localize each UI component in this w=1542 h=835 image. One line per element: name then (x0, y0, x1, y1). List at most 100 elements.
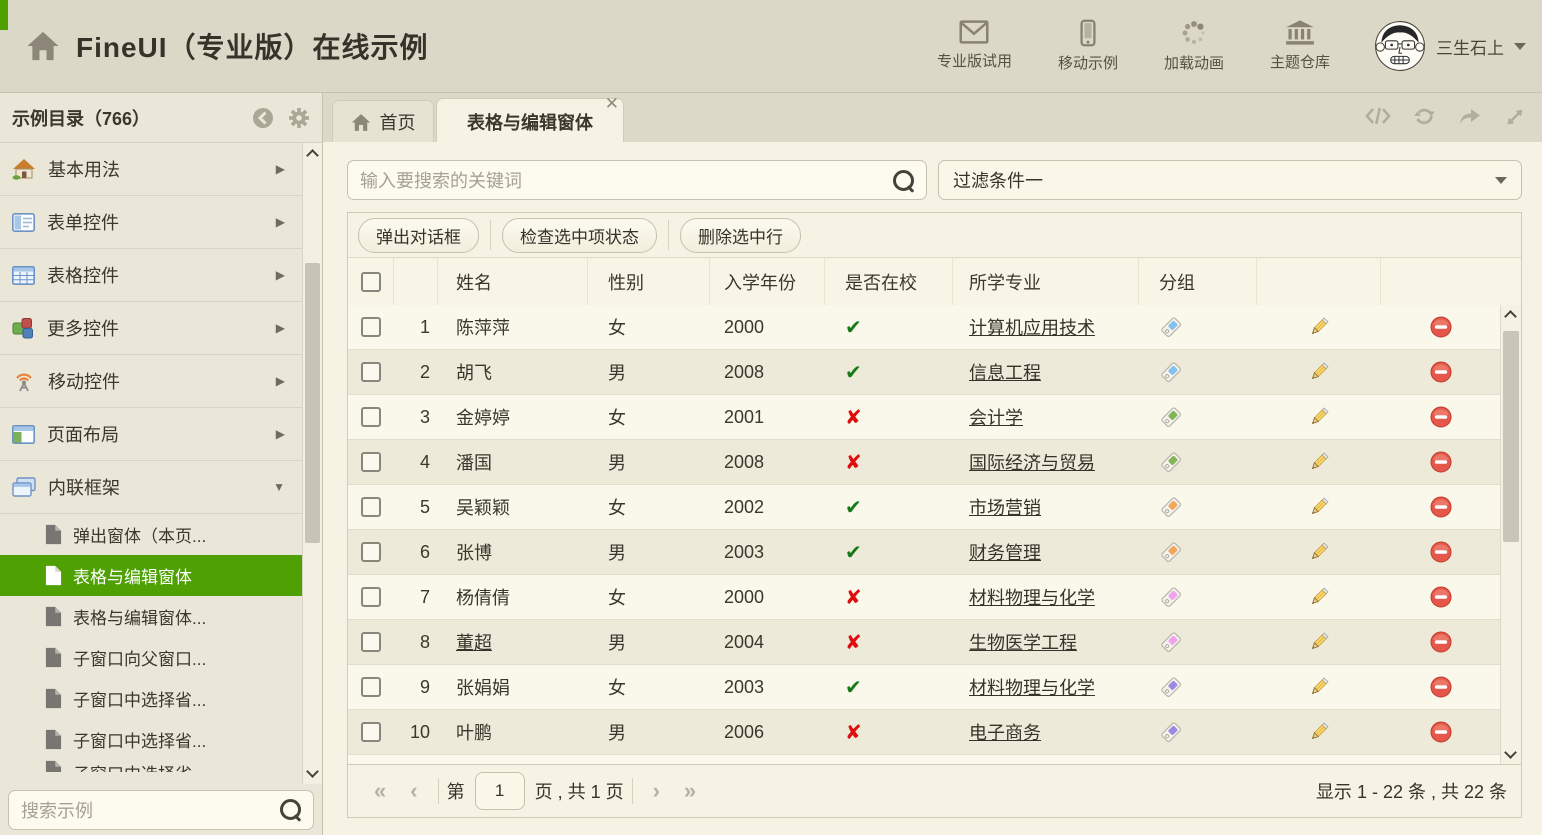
search-icon[interactable] (893, 170, 914, 191)
sidebar-item-0[interactable]: 弹出窗体（本页... (0, 514, 303, 555)
sidebar-item-1[interactable]: 表格与编辑窗体 (0, 555, 303, 596)
edit-icon[interactable] (1307, 675, 1331, 699)
grid-scrollbar[interactable] (1500, 305, 1521, 764)
delete-icon[interactable] (1429, 540, 1453, 564)
last-page-button[interactable]: » (672, 778, 708, 804)
toolbar-button-1[interactable]: 检查选中项状态 (502, 218, 657, 253)
search-icon[interactable] (280, 799, 301, 820)
row-checkbox[interactable] (361, 542, 381, 562)
major-link[interactable]: 信息工程 (969, 359, 1041, 385)
gear-icon[interactable] (288, 107, 310, 129)
tab-home[interactable]: 首页 (332, 100, 434, 143)
major-link[interactable]: 国际经济与贸易 (969, 449, 1095, 475)
major-link[interactable]: 材料物理与化学 (969, 584, 1095, 610)
collapse-sidebar-icon[interactable] (252, 107, 274, 129)
sidebar-group-6[interactable]: 内联框架▼ (0, 461, 303, 514)
sidebar-item-2[interactable]: 表格与编辑窗体... (0, 596, 303, 637)
delete-icon[interactable] (1429, 585, 1453, 609)
next-page-button[interactable]: › (641, 778, 672, 804)
header-action-mobile[interactable]: 移动示例 (1058, 19, 1118, 73)
page-number-input[interactable] (475, 772, 525, 810)
sidebar-group-5[interactable]: 页面布局▶ (0, 408, 303, 461)
code-icon[interactable] (1365, 106, 1391, 128)
sidebar-item-6[interactable]: 子窗口中选择省 (0, 760, 303, 772)
edit-icon[interactable] (1307, 315, 1331, 339)
sidebar-group-0[interactable]: 基本用法▶ (0, 143, 303, 196)
sidebar-item-4[interactable]: 子窗口中选择省... (0, 678, 303, 719)
tag-icon[interactable] (1159, 495, 1183, 519)
row-checkbox[interactable] (361, 407, 381, 427)
scrollbar-thumb[interactable] (305, 263, 320, 543)
refresh-icon[interactable] (1413, 106, 1436, 128)
major-link[interactable]: 材料物理与化学 (969, 674, 1095, 700)
scroll-up-icon[interactable] (306, 149, 319, 162)
row-checkbox[interactable] (361, 317, 381, 337)
scroll-up-icon[interactable] (1504, 310, 1517, 323)
sidebar-group-3[interactable]: 更多控件▶ (0, 302, 303, 355)
user-menu[interactable]: 三生石上 (1374, 20, 1526, 72)
sidebar-group-1[interactable]: 表单控件▶ (0, 196, 303, 249)
major-link[interactable]: 计算机应用技术 (969, 314, 1095, 340)
row-checkbox[interactable] (361, 452, 381, 472)
sidebar-group-2[interactable]: 表格控件▶ (0, 249, 303, 302)
tag-icon[interactable] (1159, 315, 1183, 339)
expand-icon[interactable] (1504, 106, 1526, 128)
major-link[interactable]: 会计学 (969, 404, 1023, 430)
major-link[interactable]: 市场营销 (969, 494, 1041, 520)
tag-icon[interactable] (1159, 720, 1183, 744)
delete-icon[interactable] (1429, 360, 1453, 384)
delete-icon[interactable] (1429, 720, 1453, 744)
major-link[interactable]: 财务管理 (969, 539, 1041, 565)
sidebar-item-5[interactable]: 子窗口中选择省... (0, 719, 303, 760)
row-checkbox[interactable] (361, 497, 381, 517)
tag-icon[interactable] (1159, 585, 1183, 609)
row-checkbox[interactable] (361, 632, 381, 652)
filter-dropdown[interactable]: 过滤条件一 (938, 160, 1522, 200)
tag-icon[interactable] (1159, 450, 1183, 474)
tag-icon[interactable] (1159, 675, 1183, 699)
edit-icon[interactable] (1307, 540, 1331, 564)
close-icon[interactable]: ✕ (605, 97, 619, 111)
header-action-loading[interactable]: 加载动画 (1164, 19, 1224, 73)
sidebar-item-3[interactable]: 子窗口向父窗口... (0, 637, 303, 678)
keyword-search-input[interactable]: 输入要搜索的关键词 (347, 160, 927, 200)
row-checkbox[interactable] (361, 722, 381, 742)
sidebar-scrollbar[interactable] (302, 143, 322, 784)
row-checkbox[interactable] (361, 677, 381, 697)
header-action-envelope[interactable]: 专业版试用 (937, 19, 1012, 73)
scroll-down-icon[interactable] (306, 765, 319, 778)
prev-page-button[interactable]: ‹ (398, 778, 429, 804)
delete-icon[interactable] (1429, 405, 1453, 429)
header-action-bank[interactable]: 主题仓库 (1270, 19, 1330, 73)
sidebar-search-input[interactable]: 搜索示例 (8, 790, 314, 830)
edit-icon[interactable] (1307, 585, 1331, 609)
edit-icon[interactable] (1307, 720, 1331, 744)
select-all-checkbox[interactable] (361, 272, 381, 292)
edit-icon[interactable] (1307, 630, 1331, 654)
row-checkbox[interactable] (361, 362, 381, 382)
edit-icon[interactable] (1307, 405, 1331, 429)
student-name[interactable]: 董超 (456, 629, 492, 655)
edit-icon[interactable] (1307, 450, 1331, 474)
scroll-down-icon[interactable] (1504, 746, 1517, 759)
toolbar-button-0[interactable]: 弹出对话框 (358, 218, 479, 253)
edit-icon[interactable] (1307, 360, 1331, 384)
major-link[interactable]: 电子商务 (969, 719, 1041, 745)
toolbar-button-2[interactable]: 删除选中行 (680, 218, 801, 253)
edit-icon[interactable] (1307, 495, 1331, 519)
sidebar-group-4[interactable]: 移动控件▶ (0, 355, 303, 408)
scrollbar-thumb[interactable] (1503, 331, 1519, 542)
row-checkbox[interactable] (361, 587, 381, 607)
tag-icon[interactable] (1159, 405, 1183, 429)
tab-grid-edit-window[interactable]: 表格与编辑窗体 ✕ (436, 98, 624, 144)
delete-icon[interactable] (1429, 630, 1453, 654)
delete-icon[interactable] (1429, 315, 1453, 339)
major-link[interactable]: 生物医学工程 (969, 629, 1077, 655)
tag-icon[interactable] (1159, 540, 1183, 564)
delete-icon[interactable] (1429, 450, 1453, 474)
tag-icon[interactable] (1159, 360, 1183, 384)
tag-icon[interactable] (1159, 630, 1183, 654)
delete-icon[interactable] (1429, 675, 1453, 699)
share-icon[interactable] (1458, 106, 1482, 128)
delete-icon[interactable] (1429, 495, 1453, 519)
